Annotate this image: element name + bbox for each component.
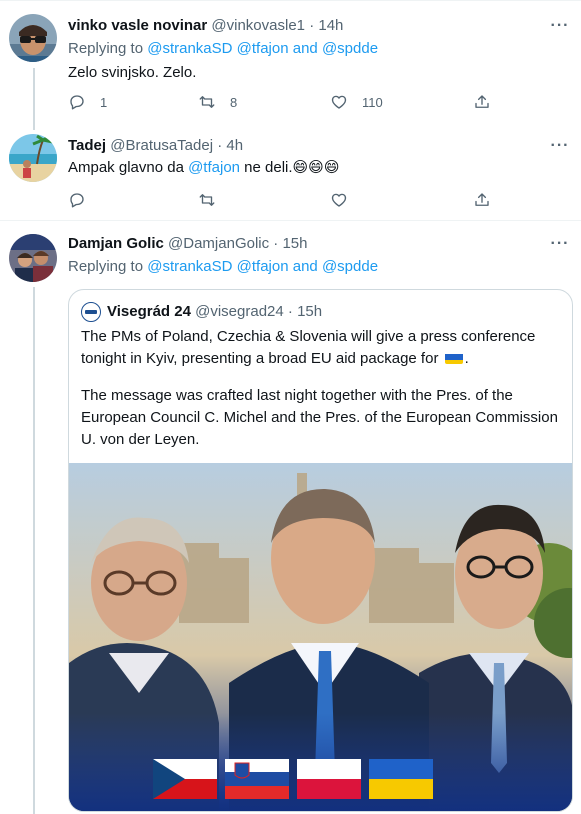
quoted-time[interactable]: 15h	[297, 302, 322, 322]
emoji: 😄😄😄	[292, 159, 340, 176]
author-handle[interactable]: @BratusaTadej	[110, 137, 213, 154]
tweet[interactable]: vinko vasle novinar @vinkovasle1 · 14h ·…	[0, 0, 581, 128]
heart-icon	[331, 95, 347, 109]
ukraine-flag-icon	[444, 352, 463, 364]
more-options-icon[interactable]: ···	[549, 18, 571, 40]
more-options-icon[interactable]: ···	[549, 236, 571, 258]
reply-icon	[70, 95, 84, 110]
share-button[interactable]	[473, 92, 491, 112]
replying-to: Replying to @strankaSD @tfajon and @spdd…	[68, 257, 378, 277]
avatar[interactable]	[9, 234, 57, 282]
separator-dot: ·	[309, 17, 315, 34]
tweet-text: Zelo svinjsko. Zelo.	[68, 64, 197, 81]
reply-icon	[70, 193, 84, 208]
mention-link[interactable]: @tfajon	[237, 258, 289, 275]
quoted-avatar[interactable]	[81, 302, 101, 322]
mention-link[interactable]: @tfajon	[237, 40, 289, 57]
share-button[interactable]	[473, 190, 491, 210]
share-icon	[475, 193, 489, 206]
mention-link[interactable]: @strankaSD	[147, 40, 232, 57]
mention-link[interactable]: @spdde	[322, 258, 378, 275]
tweet-actions	[68, 190, 498, 210]
retweet-button[interactable]	[198, 190, 216, 210]
quoted-tweet-card[interactable]: Visegrád 24 @visegrad24 · 15h The PMs of…	[68, 289, 573, 812]
tweet-time[interactable]: 14h	[318, 17, 343, 34]
retweet-icon	[199, 194, 215, 206]
more-options-icon[interactable]: ···	[549, 138, 571, 160]
tweet-time[interactable]: 15h	[282, 235, 307, 252]
author-name[interactable]: Damjan Golic	[68, 235, 164, 252]
reply-button[interactable]: 1	[68, 92, 107, 112]
mention-link[interactable]: @tfajon	[188, 159, 240, 176]
replying-to: Replying to @strankaSD @tfajon and @spdd…	[68, 39, 378, 59]
author-name[interactable]: Tadej	[68, 137, 106, 154]
reply-button[interactable]	[68, 190, 86, 210]
author-handle[interactable]: @DamjanGolic	[168, 235, 269, 252]
like-button[interactable]	[330, 190, 348, 210]
flag-czechia	[153, 759, 217, 799]
flag-slovenia	[225, 759, 289, 799]
flag-ukraine	[369, 759, 433, 799]
tweet-actions: 1 8 110	[68, 92, 498, 112]
like-button[interactable]: 110	[330, 92, 383, 112]
tweet[interactable]: Tadej @BratusaTadej · 4h ··· Ampak glavn…	[0, 128, 581, 220]
share-icon	[475, 95, 489, 108]
replying-to-label: Replying to	[68, 258, 144, 275]
author-name[interactable]: vinko vasle novinar	[68, 17, 207, 34]
mention-and: and	[292, 258, 318, 275]
separator-dot: ·	[287, 303, 293, 320]
heart-icon	[331, 193, 347, 207]
mention-link[interactable]: @strankaSD	[147, 258, 232, 275]
retweet-icon	[199, 96, 215, 108]
tweet-time[interactable]: 4h	[226, 137, 243, 154]
quoted-author-handle[interactable]: @visegrad24	[195, 302, 284, 322]
quoted-text-segment: tonight in Kyiv, presenting a broad EU a…	[81, 350, 439, 367]
quoted-text-line: The message was crafted last night toget…	[81, 387, 513, 404]
quoted-text-line: tonight in Kyiv, presenting a broad EU a…	[81, 350, 469, 367]
retweet-button[interactable]: 8	[198, 92, 237, 112]
flag-poland	[297, 759, 361, 799]
separator-dot: ·	[217, 137, 223, 154]
avatar[interactable]	[9, 134, 57, 182]
avatar[interactable]	[9, 14, 57, 62]
tweet-text: Ampak glavno da @tfajon ne deli.😄😄😄	[68, 158, 339, 178]
retweet-count: 8	[230, 94, 238, 110]
replying-to-label: Replying to	[68, 40, 144, 57]
quoted-text-line: U. von der Leyen.	[81, 431, 200, 448]
separator-dot: ·	[273, 235, 279, 252]
quoted-text-line: The PMs of Poland, Czechia & Slovenia wi…	[81, 328, 536, 345]
reply-count: 1	[100, 94, 108, 110]
like-count: 110	[362, 94, 383, 110]
tweet-text-end: ne deli.	[244, 159, 293, 176]
author-handle[interactable]: @vinkovasle1	[211, 17, 305, 34]
quoted-media-image[interactable]	[69, 463, 572, 811]
mention-and: and	[292, 40, 318, 57]
quoted-author-name[interactable]: Visegrád 24	[107, 302, 191, 322]
quoted-text-line: European Council C. Michel and the Pres.…	[81, 409, 558, 426]
mention-link[interactable]: @spdde	[322, 40, 378, 57]
tweet-text-start: Ampak glavno da	[68, 159, 184, 176]
